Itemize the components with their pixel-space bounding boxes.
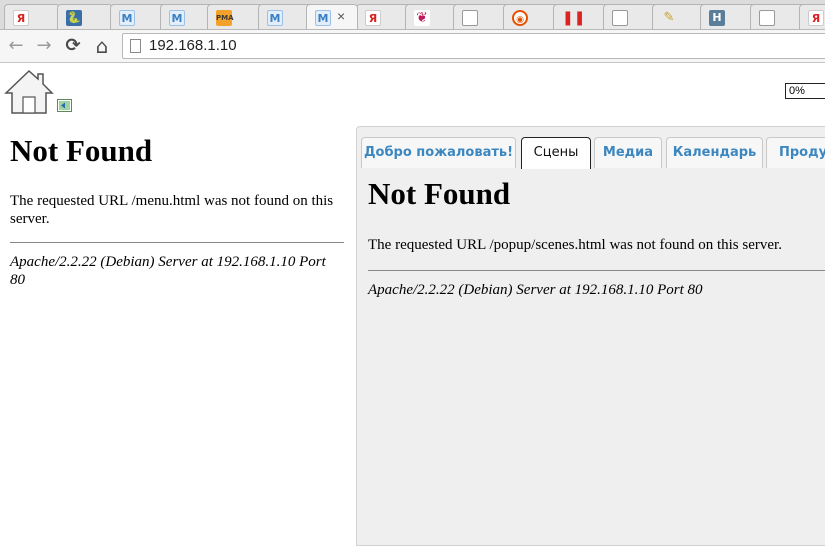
url-text[interactable]: 192.168.1.10 <box>149 37 237 54</box>
python-icon: 🐍 <box>66 10 82 26</box>
m-icon: M <box>315 10 331 26</box>
error-message: The requested URL /popup/scenes.html was… <box>368 237 782 253</box>
tab-welcome[interactable]: Добро пожаловать! <box>361 137 516 168</box>
browser-tab[interactable]: 🐍 <box>57 4 113 29</box>
browser-tab[interactable]: ❚❚ <box>553 4 609 29</box>
tab-scenes[interactable]: Сцены <box>521 137 591 169</box>
page-content: 0% Not Found The requested URL /menu.htm… <box>0 63 825 546</box>
browser-tab-strip: Я 🐍 M M PMA M M × Я ❦ ◉ ❚❚ ✎ H Я <box>0 0 825 30</box>
tab-panel: Добро пожаловать! Сцены Медиа Календарь … <box>356 126 825 546</box>
divider <box>10 242 344 243</box>
orange-circle-icon: ◉ <box>512 10 528 26</box>
error-message: The requested URL /menu.html was not fou… <box>10 193 334 227</box>
page-icon <box>130 39 141 53</box>
fullscreen-icon[interactable] <box>57 99 72 112</box>
m-icon: M <box>169 10 185 26</box>
divider <box>368 270 825 271</box>
pause-icon: ❚❚ <box>562 10 586 26</box>
browser-tab[interactable] <box>603 4 659 29</box>
address-bar[interactable]: 192.168.1.10 <box>122 33 825 59</box>
browser-tab[interactable]: M <box>110 4 166 29</box>
server-address: Apache/2.2.22 (Debian) Server at 192.168… <box>368 282 703 298</box>
m-icon: M <box>267 10 283 26</box>
close-tab-icon[interactable]: × <box>337 8 345 24</box>
home-icon[interactable] <box>4 69 54 115</box>
error-title: Not Found <box>10 133 153 168</box>
browser-tab[interactable]: Я <box>799 4 825 29</box>
tab-products[interactable]: Продукты <box>766 137 825 168</box>
tab-calendar[interactable]: Календарь <box>666 137 763 168</box>
document-icon <box>462 10 478 26</box>
m-icon: M <box>119 10 135 26</box>
tab-bar: Добро пожаловать! Сцены Медиа Календарь … <box>361 137 825 169</box>
tab-media[interactable]: Медиа <box>594 137 662 168</box>
home-icon[interactable]: ⌂ <box>91 35 113 57</box>
left-frame: Not Found The requested URL /menu.html w… <box>0 125 350 545</box>
browser-tab[interactable] <box>750 4 806 29</box>
phpmyadmin-icon: PMA <box>216 10 234 26</box>
browser-tab[interactable]: Я <box>4 4 60 29</box>
browser-tab[interactable] <box>453 4 509 29</box>
document-icon <box>612 10 628 26</box>
raspberry-icon: ❦ <box>414 10 430 26</box>
document-icon <box>759 10 775 26</box>
back-arrow-icon[interactable]: ← <box>5 35 27 57</box>
error-title: Not Found <box>368 176 511 211</box>
progress-indicator: 0% <box>785 83 825 99</box>
pen-icon: ✎ <box>663 10 675 25</box>
yandex-icon: Я <box>13 10 29 26</box>
h-icon: H <box>709 10 725 26</box>
browser-tab[interactable]: Я <box>356 4 412 29</box>
forward-arrow-icon[interactable]: → <box>33 35 55 57</box>
yandex-icon: Я <box>365 10 381 26</box>
browser-toolbar: ← → ⟳ ⌂ 192.168.1.10 <box>0 30 825 63</box>
browser-tab-active[interactable]: M × <box>306 4 358 29</box>
browser-tab[interactable]: PMA <box>207 4 263 29</box>
reload-icon[interactable]: ⟳ <box>62 35 84 57</box>
browser-tab[interactable]: ◉ <box>503 4 559 29</box>
browser-tab[interactable]: H <box>700 4 756 29</box>
yandex-icon: Я <box>808 10 824 26</box>
server-address: Apache/2.2.22 (Debian) Server at 192.168… <box>10 254 326 288</box>
